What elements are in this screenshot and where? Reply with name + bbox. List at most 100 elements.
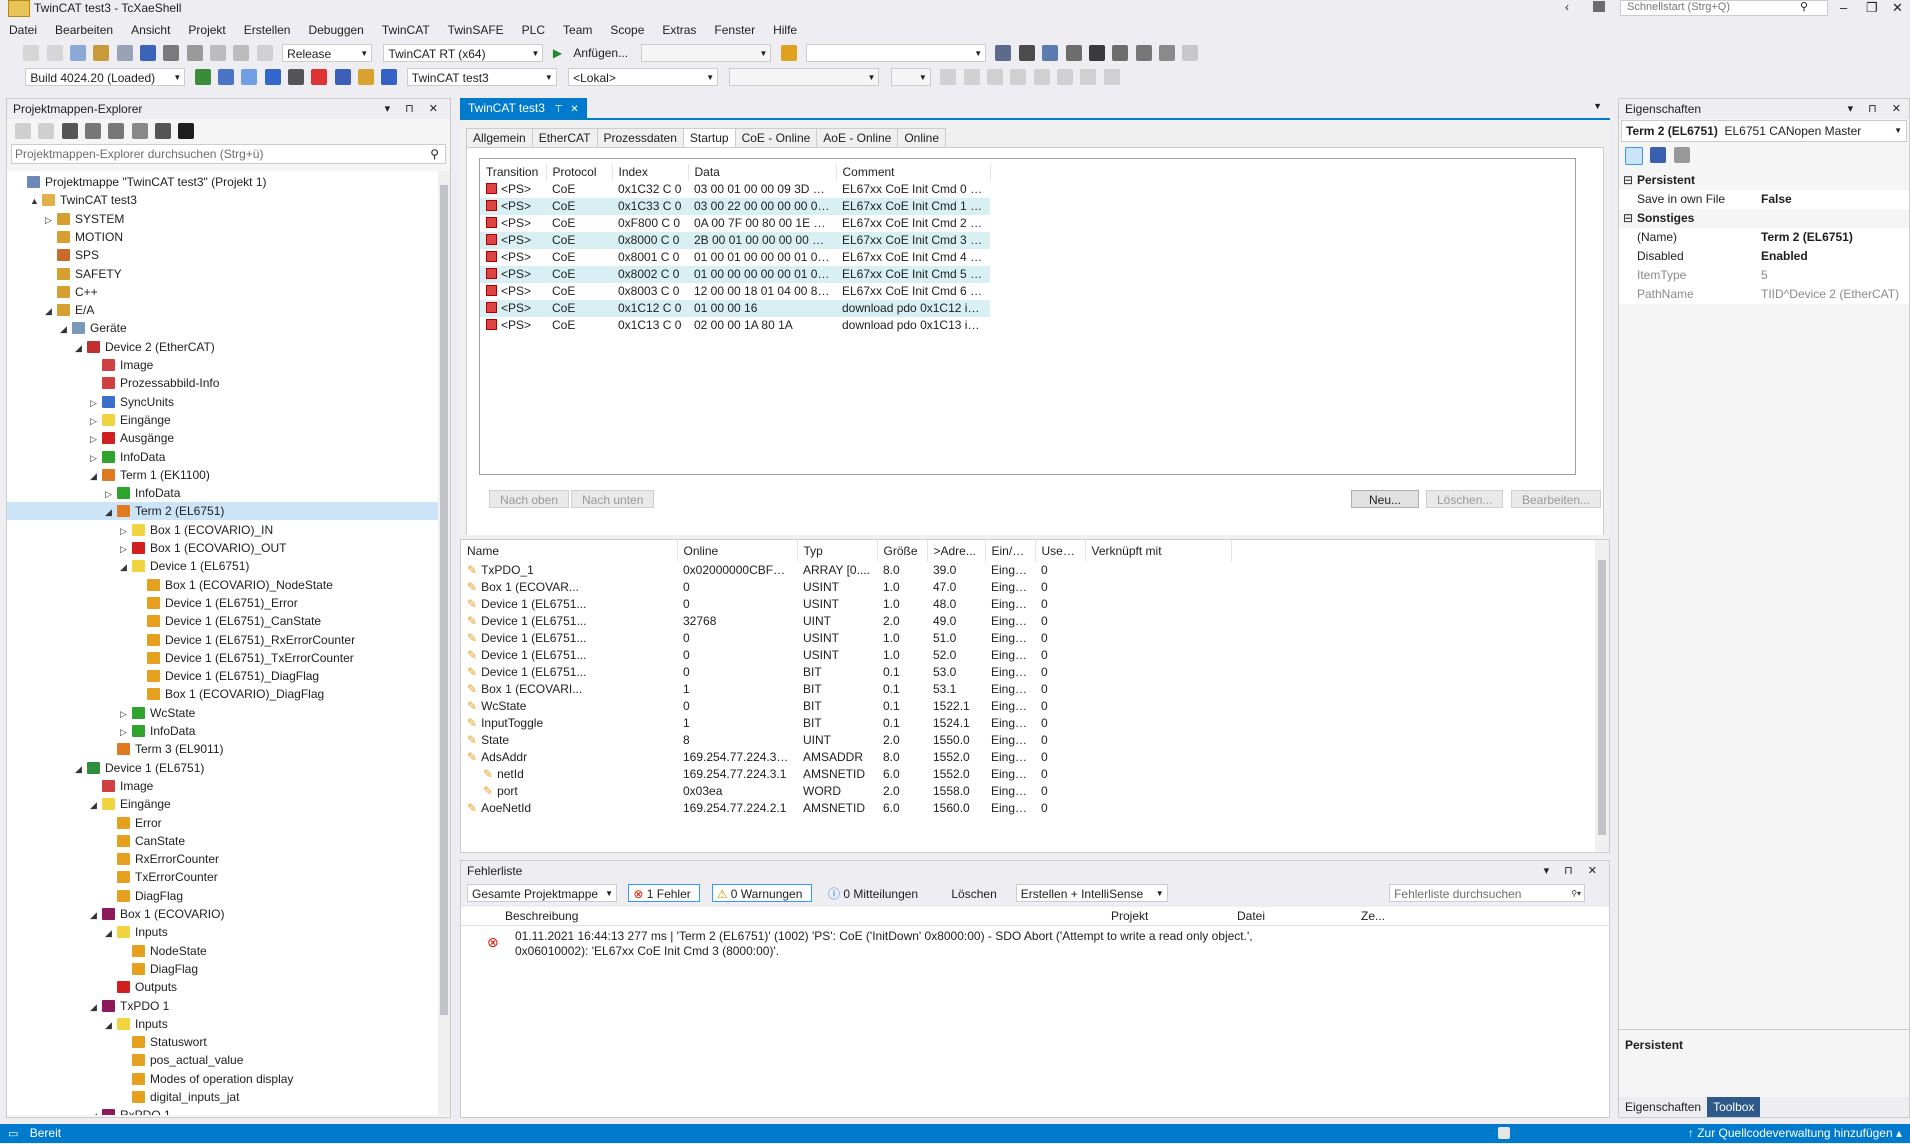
variable-row[interactable]: ✎ Device 1 (EL6751... 0 USINT 1.0 48.0 Einga..… [461,596,1231,613]
expander-icon[interactable]: ▷ [120,540,132,558]
column-header[interactable]: Verknüpft mit [1085,540,1232,562]
variable-row[interactable]: ✎ Device 1 (EL6751... 32768 UINT 2.0 49.0 Eing… [461,613,1231,630]
startup-row[interactable]: <PS> CoE 0x1C32 C 0 03 00 01 00 00 09 3D 00… [480,181,990,198]
menu-item-extras[interactable]: Extras [653,20,705,40]
scan-icon[interactable] [241,69,258,85]
startup-row[interactable]: <PS> CoE 0x1C13 C 0 02 00 00 1A 80 1A downlo… [480,317,990,334]
solution-search-box[interactable]: Projektmappen-Explorer durchsuchen (Strg… [11,144,446,164]
tree-item[interactable]: C++ [7,283,439,301]
cut-icon[interactable] [163,45,180,61]
expander-icon[interactable]: ▷ [120,723,132,741]
tree-item[interactable]: TxErrorCounter [7,868,439,886]
home-icon[interactable] [61,123,78,139]
paste-icon[interactable] [210,45,227,61]
scope-select[interactable]: Gesamte Projektmappe ▼ [467,884,617,902]
variable-row[interactable]: ✎ Device 1 (EL6751... 0 BIT 0.1 53.0 Einga... 0 [461,664,1231,681]
nav-forward-icon[interactable] [46,45,63,61]
expander-icon[interactable]: ◢ [90,1107,102,1115]
messages-filter-button[interactable]: ⓘ 0 Mitteilungen [823,884,935,902]
tab-coe-online[interactable]: CoE - Online [734,128,818,147]
tree-item[interactable]: Device 1 (EL6751)_RxErrorCounter [7,631,439,649]
panel-controls[interactable]: ▾ ⊓ ✕ [1848,99,1907,119]
variable-row[interactable]: ✎ netId 169.254.77.224.3.1 AMSNETID 6.0 1552.… [461,766,1231,783]
tree-item[interactable]: DiagFlag [7,887,439,905]
tree-item[interactable]: Projektmappe "TwinCAT test3" (Projekt 1) [7,173,439,191]
tree-item[interactable]: ▷ Eingänge [7,411,439,429]
tree-item[interactable]: ▷ InfoData [7,722,439,740]
column-header[interactable]: Protocol [546,164,613,181]
new-button[interactable]: Neu... [1351,490,1419,508]
menu-item-twinsafe[interactable]: TwinSAFE [439,20,513,40]
expander-icon[interactable]: ▷ [120,705,132,723]
startup-row[interactable]: <PS> CoE 0xF800 C 0 0A 00 7F 00 80 00 1E 00… [480,215,990,232]
expander-icon[interactable]: ◢ [90,906,102,924]
menu-item-fenster[interactable]: Fenster [705,20,764,40]
solution-search-input[interactable]: Projektmappen-Explorer durchsuchen (Strg… [12,147,263,161]
find-icon[interactable] [780,45,797,61]
menu-item-twincat[interactable]: TwinCAT [373,20,439,40]
tree-item[interactable]: Modes of operation display [7,1070,439,1088]
restart-config-icon[interactable] [218,69,235,85]
expander-icon[interactable]: ▷ [90,412,102,430]
reload-icon[interactable] [264,69,281,85]
menu-item-bearbeiten[interactable]: Bearbeiten [46,20,122,40]
startup-row[interactable]: <PS> CoE 0x1C33 C 0 03 00 22 00 00 00 00 00… [480,198,990,215]
tree-item[interactable]: Box 1 (ECOVARIO)_DiagFlag [7,685,439,703]
save-all-icon[interactable] [140,45,157,61]
column-header[interactable]: Name [461,540,678,562]
tree-item[interactable]: Device 1 (EL6751)_Error [7,594,439,612]
panel-controls[interactable]: ▾ ⊓ ✕ [1544,861,1603,881]
tree-item[interactable]: ◢ E/A [7,301,439,319]
error-search-input[interactable]: Fehlerliste durchsuchen ⚲▾ [1389,884,1586,902]
close-button[interactable]: ✕ [1892,0,1903,16]
back-icon[interactable] [15,123,31,139]
tab-eigenschaften[interactable]: Eigenschaften [1619,1097,1707,1117]
tree-item[interactable]: ◢ Term 2 (EL6751) [7,502,439,521]
column-header[interactable]: Index [612,164,689,181]
tab-ethercat[interactable]: EtherCAT [531,128,598,147]
build-select[interactable]: Build 4024.20 (Loaded) ▼ [25,68,186,86]
column-header[interactable]: Typ [797,540,878,562]
variable-row[interactable]: ✎ Device 1 (EL6751... 0 USINT 1.0 51.0 Einga..… [461,630,1231,647]
tree-item[interactable]: Box 1 (ECOVARIO)_NodeState [7,576,439,594]
tree-item[interactable]: ◢ Box 1 (ECOVARIO) [7,905,439,923]
open-file-icon[interactable] [93,45,110,61]
safety-icon[interactable] [381,69,398,85]
error-column-header[interactable]: Projekt [1111,909,1148,923]
menu-item-projekt[interactable]: Projekt [179,20,234,40]
configuration-select[interactable]: Release ▼ [282,44,373,62]
error-column-header[interactable]: Ze... [1361,909,1385,923]
tab-startup[interactable]: Startup [682,128,736,147]
property-row[interactable]: ItemType 5 [1619,266,1909,285]
startup-row[interactable]: <PS> CoE 0x8001 C 0 01 00 01 00 00 00 01 08… [480,249,990,266]
tree-item[interactable]: ◢ Eingänge [7,795,439,813]
tree-item[interactable]: ▷ WcState [7,704,439,722]
expander-icon[interactable]: ▲ [30,192,42,210]
choose-target-icon[interactable] [358,69,375,85]
tree-item[interactable]: Device 1 (EL6751)_DiagFlag [7,667,439,685]
twincat-config-icon[interactable] [995,45,1012,61]
expander-icon[interactable]: ◢ [45,302,57,320]
startup-row[interactable]: <PS> CoE 0x8002 C 0 01 00 00 00 00 00 01 08… [480,266,990,283]
expander-icon[interactable]: ▷ [90,430,102,448]
attach-button[interactable]: Anfügen... [573,44,628,62]
tree-item[interactable]: Statuswort [7,1033,439,1051]
platform-select[interactable]: TwinCAT RT (x64) ▼ [383,44,544,62]
tree-item[interactable]: RxErrorCounter [7,850,439,868]
column-header[interactable]: Ein/A... [985,540,1036,562]
undo-icon[interactable] [233,45,250,61]
tree-item[interactable]: MOTION [7,228,439,246]
properties-icon[interactable] [1088,45,1105,61]
column-header[interactable]: Data [688,164,837,181]
tree-item[interactable]: ▷ SYSTEM [7,210,439,228]
new-label[interactable]: Neu... [1351,490,1419,508]
build-filter-select[interactable]: Erstellen + IntelliSense ▼ [1015,884,1168,902]
menu-item-plc[interactable]: PLC [513,20,554,40]
tree-item[interactable]: ◢ Device 2 (EtherCAT) [7,338,439,356]
variable-row[interactable]: ✎ TxPDO_1 0x02000000CBF500... ARRAY [0.... 8… [461,562,1231,579]
variable-row[interactable]: ✎ Box 1 (ECOVARI... 1 BIT 0.1 53.1 Einga... 0 [461,681,1231,698]
scope-icon[interactable] [1135,45,1152,61]
panel-controls[interactable]: ▾ ⊓ ✕ [385,99,444,119]
properties-icon[interactable] [155,123,172,139]
tree-item[interactable]: Prozessabbild-Info [7,374,439,392]
